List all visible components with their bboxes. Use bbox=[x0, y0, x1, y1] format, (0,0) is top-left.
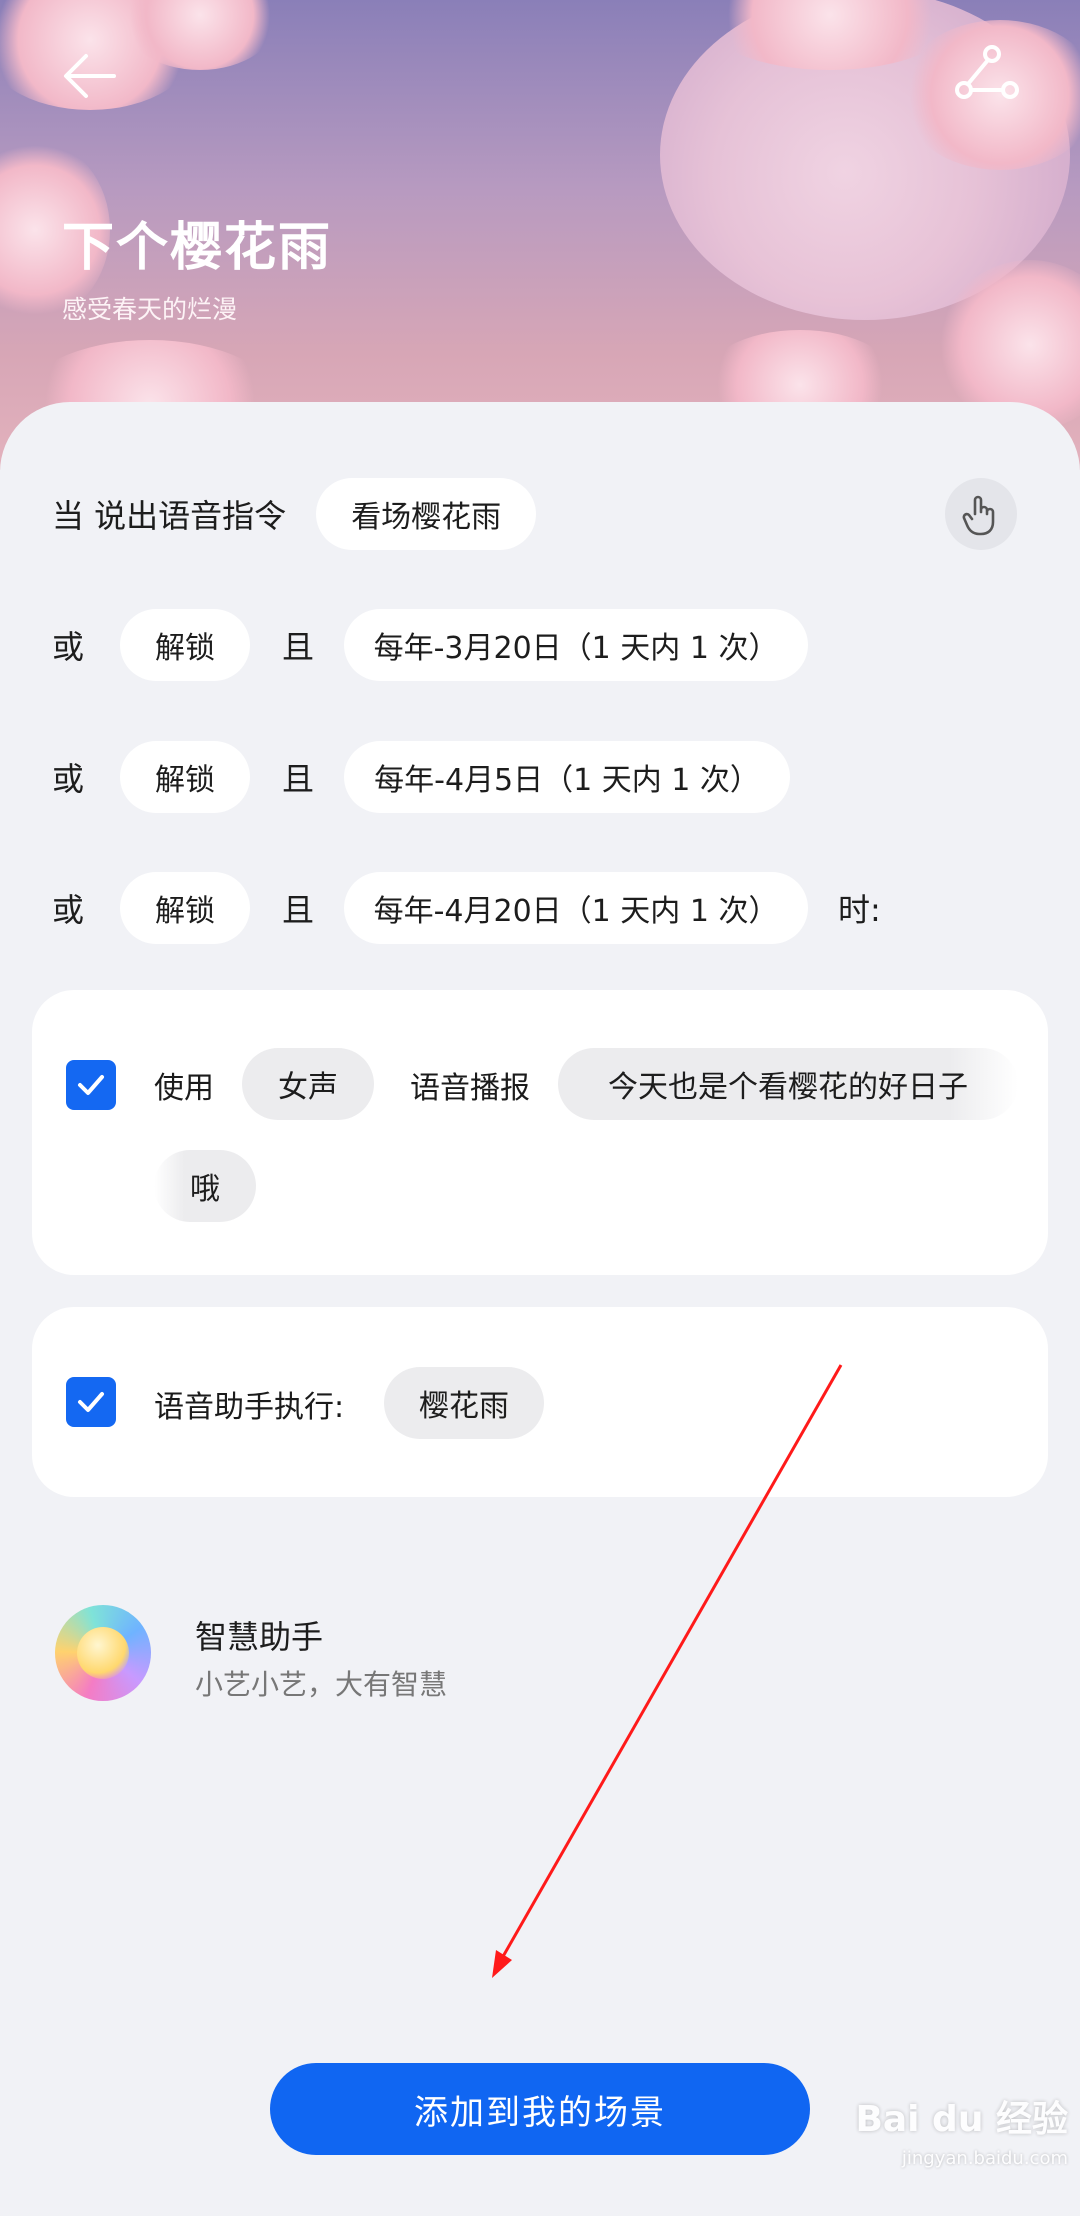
watermark-url: jingyan.baidu.com bbox=[901, 2148, 1068, 2169]
annotation-arrow bbox=[492, 1364, 843, 1978]
baidu-jingyan-watermark: Bai du 经验 jingyan.baidu.com bbox=[828, 2090, 1068, 2200]
add-to-my-scenes-button[interactable]: 添加到我的场景 bbox=[270, 2063, 810, 2155]
watermark-brand: Bai du 经验 bbox=[855, 2099, 1068, 2140]
